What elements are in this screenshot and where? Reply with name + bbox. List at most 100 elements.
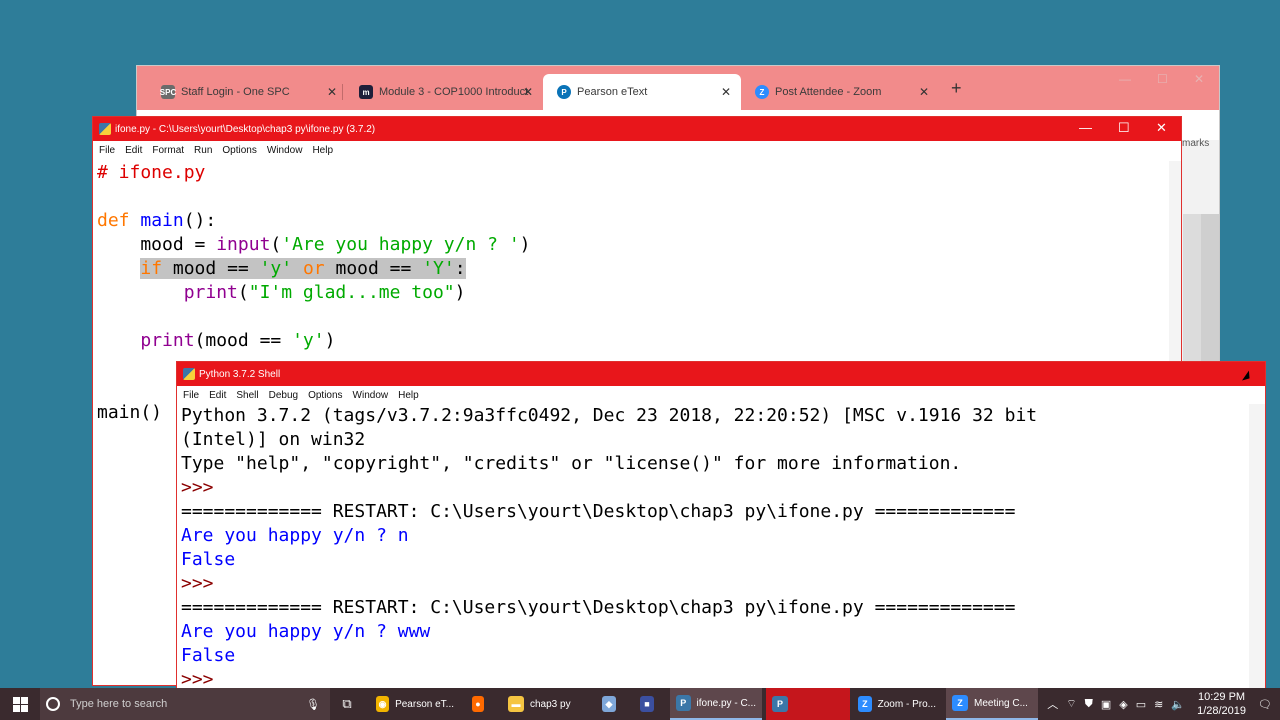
menu-options[interactable]: Options xyxy=(308,390,342,401)
windows-taskbar: Type here to search 🎙 ⧉ ◉ Pearson eT... ● ▬… xyxy=(0,688,1280,720)
code-builtin: input xyxy=(216,234,271,255)
bookmarks-label[interactable]: marks xyxy=(1182,138,1209,149)
tray-battery-icon[interactable]: ▭ xyxy=(1136,698,1146,711)
code-text: ) xyxy=(324,330,336,351)
task-view-icon[interactable]: ⧉ xyxy=(336,688,358,720)
taskbar-app-3[interactable]: ◆ xyxy=(596,688,628,720)
browser-tab-zoom-attendee[interactable]: Z Post Attendee - Zoom ✕ xyxy=(741,74,939,110)
taskbar-app-7[interactable]: Z Zoom - Pro... xyxy=(852,688,942,720)
taskbar-app-8[interactable]: Z Meeting C... xyxy=(946,688,1038,720)
editor-title: ifone.py - C:\Users\yourt\Desktop\chap3 … xyxy=(115,123,376,135)
taskbar-app-label: Meeting C... xyxy=(974,697,1028,709)
cortana-icon xyxy=(46,697,60,711)
browser-tab-module3[interactable]: m Module 3 - COP1000 Introductio ✕ xyxy=(345,74,543,110)
shell-line: ============= RESTART: C:\Users\yourt\De… xyxy=(181,501,1016,522)
menu-window[interactable]: Window xyxy=(267,145,303,156)
taskbar-app-label: chap3 py xyxy=(530,698,571,710)
menu-options[interactable]: Options xyxy=(222,145,256,156)
menu-help[interactable]: Help xyxy=(312,145,333,156)
code-builtin: print xyxy=(183,282,238,303)
browser-minimize-icon[interactable]: — xyxy=(1119,72,1131,86)
search-placeholder: Type here to search xyxy=(70,698,168,710)
microphone-icon[interactable]: 🎙 xyxy=(306,698,320,711)
zoom-favicon-icon: Z xyxy=(755,85,769,99)
code-keyword: or xyxy=(302,258,325,279)
browser-tab-strip: SPC Staff Login - One SPC ✕ m Module 3 -… xyxy=(137,66,1219,110)
menu-debug[interactable]: Debug xyxy=(269,390,298,401)
shell-line: >>> xyxy=(181,477,225,498)
start-button[interactable] xyxy=(0,688,40,720)
browser-close-icon[interactable]: ✕ xyxy=(1194,72,1204,86)
menu-file[interactable]: File xyxy=(183,390,199,401)
menu-help[interactable]: Help xyxy=(398,390,419,401)
tray-wifi-icon[interactable]: ≋ xyxy=(1154,698,1163,711)
editor-close-icon[interactable]: ✕ xyxy=(1156,120,1167,136)
close-tab-icon[interactable]: ✕ xyxy=(919,85,929,99)
shell-line: Type "help", "copyright", "credits" or "… xyxy=(181,453,962,474)
code-text: ) xyxy=(519,234,531,255)
notifications-icon[interactable]: 🗨 xyxy=(1258,698,1272,711)
shell-line: >>> xyxy=(181,669,225,689)
code-string: 'y' xyxy=(259,258,293,279)
taskbar-app-label: Zoom - Pro... xyxy=(877,698,936,710)
code-line-1: # ifone.py xyxy=(97,161,205,185)
new-tab-button[interactable]: + xyxy=(951,78,962,99)
tray-shield-icon[interactable]: ⛊ xyxy=(1085,698,1093,711)
taskbar-clock[interactable]: 10:29 PM 1/28/2019 xyxy=(1197,690,1246,718)
system-tray: ︿ ⌔ ⛊ ▣ ◈ ▭ ≋ 🔈 10:29 PM 1/28/2019 🗨 xyxy=(1043,688,1280,720)
browser-tab-pearson-etext[interactable]: P Pearson eText ✕ xyxy=(543,74,741,110)
tray-app-icon[interactable]: ▣ xyxy=(1101,698,1111,711)
code-call: main() xyxy=(97,402,163,423)
code-line-11: main() xyxy=(97,401,162,425)
shell-line: (Intel)] on win32 xyxy=(181,429,366,450)
browser-tab-staff-login[interactable]: SPC Staff Login - One SPC ✕ xyxy=(147,74,347,110)
tray-chevron-up-icon[interactable]: ︿ xyxy=(1047,696,1058,712)
code-text: ( xyxy=(237,282,249,303)
page-scrollbar[interactable] xyxy=(1201,214,1219,364)
shell-line: Are you happy y/n ? n xyxy=(181,525,409,546)
taskbar-app-4[interactable]: ■ xyxy=(634,688,666,720)
clock-time: 10:29 PM xyxy=(1198,691,1246,703)
menu-edit[interactable]: Edit xyxy=(125,145,142,156)
menu-file[interactable]: File xyxy=(99,145,115,156)
code-builtin: print xyxy=(140,330,195,351)
menu-run[interactable]: Run xyxy=(194,145,212,156)
taskbar-search-box[interactable]: Type here to search 🎙 xyxy=(40,688,330,720)
menu-edit[interactable]: Edit xyxy=(209,390,226,401)
tray-volume-icon[interactable]: 🔈 xyxy=(1171,698,1185,711)
code-text: (): xyxy=(183,210,217,231)
browser-maximize-icon[interactable]: ☐ xyxy=(1157,72,1168,86)
shell-line: False xyxy=(181,645,236,666)
shell-line: False xyxy=(181,549,236,570)
taskbar-app-5[interactable]: Pifone.py - C... xyxy=(670,688,762,720)
editor-maximize-icon[interactable]: ☐ xyxy=(1118,120,1130,136)
menu-shell[interactable]: Shell xyxy=(236,390,258,401)
close-tab-icon[interactable]: ✕ xyxy=(327,85,337,99)
taskbar-app-1[interactable]: ● xyxy=(466,688,496,720)
taskbar-app-2[interactable]: ▬ chap3 py xyxy=(502,688,586,720)
python-icon xyxy=(99,123,111,135)
tray-network-icon[interactable]: ⌔ xyxy=(1066,697,1076,711)
spc-favicon-icon: SPC xyxy=(160,85,176,99)
code-line-4: mood = input('Are you happy y/n ? ') xyxy=(97,233,531,257)
firefox-icon: ● xyxy=(472,696,484,712)
shell-titlebar[interactable]: Python 3.7.2 Shell xyxy=(177,362,1265,386)
editor-minimize-icon[interactable]: — xyxy=(1079,120,1092,135)
code-comment: # ifone.py xyxy=(97,162,206,183)
menu-window[interactable]: Window xyxy=(353,390,389,401)
taskbar-app-label: ifone.py - C... xyxy=(696,697,756,709)
taskbar-app-0[interactable]: ◉ Pearson eT... xyxy=(370,688,460,720)
close-tab-icon[interactable]: ✕ xyxy=(721,85,731,99)
folder-icon: ▬ xyxy=(508,696,524,712)
tray-dropbox-icon[interactable]: ◈ xyxy=(1119,698,1127,711)
taskbar-app-label: Pearson eT... xyxy=(395,698,454,710)
clock-date: 1/28/2019 xyxy=(1197,705,1247,717)
close-tab-icon[interactable]: ✕ xyxy=(523,85,533,99)
shell-output[interactable]: Python 3.7.2 (tags/v3.7.2:9a3ffc0492, De… xyxy=(181,404,1245,689)
shell-scrollbar[interactable] xyxy=(1249,404,1265,689)
editor-titlebar[interactable]: ifone.py - C:\Users\yourt\Desktop\chap3 … xyxy=(93,117,1181,141)
taskbar-app-6[interactable]: P xyxy=(766,688,850,720)
menu-format[interactable]: Format xyxy=(152,145,184,156)
